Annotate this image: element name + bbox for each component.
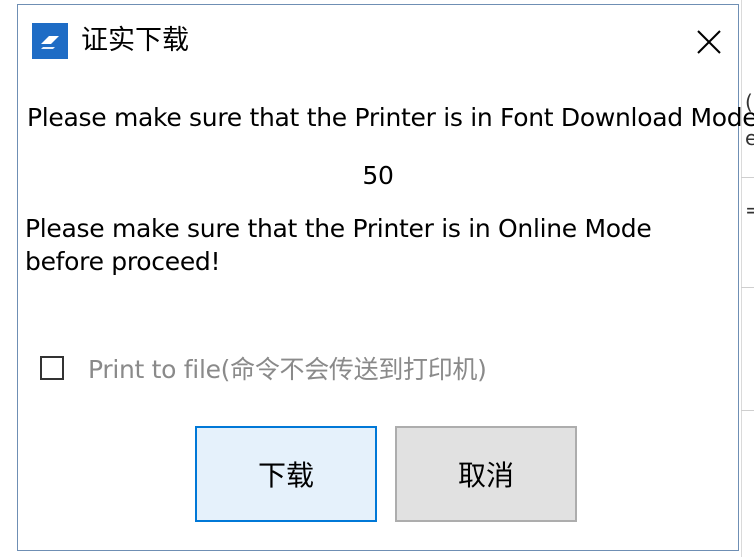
download-button[interactable]: 下载 <box>195 426 377 522</box>
online-mode-message: Please make sure that the Printer is in … <box>25 214 652 276</box>
background-divider <box>741 410 754 411</box>
background-text-fragment: = <box>745 198 754 222</box>
print-to-file-label: Print to file(命令不会传送到打印机) <box>88 355 487 384</box>
confirm-download-dialog: 证实下载 Please make sure that the Printer i… <box>17 4 754 551</box>
title-bar: 证实下载 <box>18 5 738 73</box>
close-button[interactable] <box>688 21 730 63</box>
dialog-title: 证实下载 <box>81 25 189 56</box>
print-to-file-checkbox[interactable] <box>40 356 64 380</box>
print-to-file-option: Print to file(命令不会传送到打印机) <box>40 351 487 385</box>
progress-value: 50 <box>362 161 394 190</box>
close-icon <box>697 30 721 54</box>
background-divider <box>741 287 754 288</box>
font-mode-message: Please make sure that the Printer is in … <box>27 103 754 132</box>
app-logo-icon <box>32 23 68 59</box>
background-window-edge <box>741 0 754 557</box>
background-divider <box>741 177 754 178</box>
cancel-button[interactable]: 取消 <box>395 426 577 522</box>
